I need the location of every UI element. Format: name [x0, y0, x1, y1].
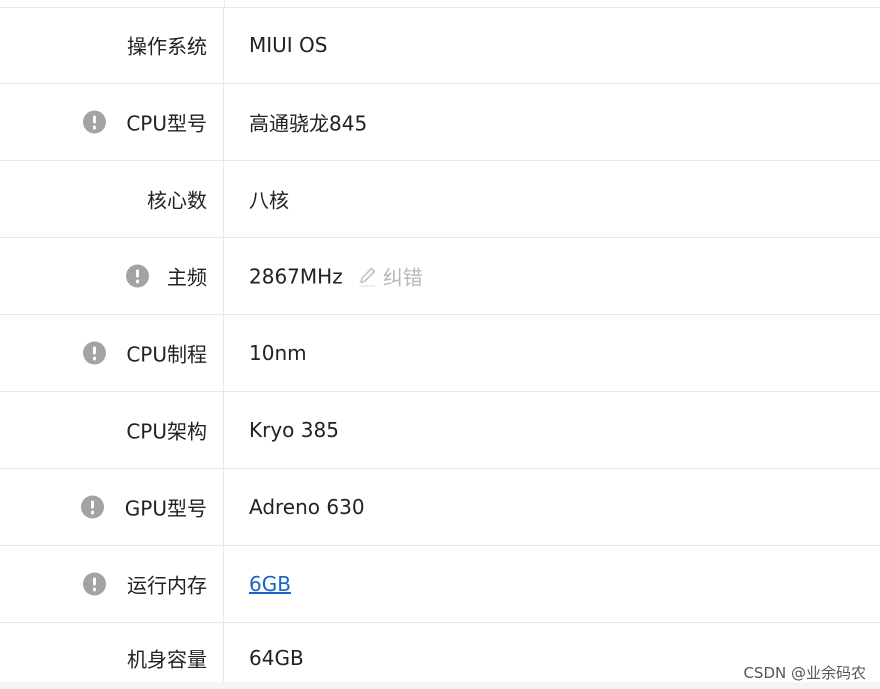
exclamation-circle-icon[interactable] [83, 341, 106, 365]
column-divider [224, 0, 225, 7]
spec-label-cell: CPU型号 [0, 84, 224, 160]
spec-value: Adreno 630 [249, 495, 365, 519]
spec-row-architecture: CPU架构 Kryo 385 [0, 392, 880, 469]
spec-row-ram: 运行内存 6GB [0, 546, 880, 623]
spec-value: 八核 [249, 188, 289, 213]
spec-label-cell: 核心数 [0, 161, 224, 237]
spec-row-gpu-model: GPU型号 Adreno 630 [0, 469, 880, 546]
spec-label-cell: CPU制程 [0, 315, 224, 391]
spec-value-cell: MIUI OS [249, 33, 328, 57]
spec-label: CPU型号 [126, 111, 207, 136]
pencil-icon [358, 267, 376, 287]
exclamation-circle-icon[interactable] [81, 495, 104, 519]
spec-label: GPU型号 [124, 496, 207, 521]
watermark: CSDN @业余码农 [743, 664, 866, 682]
correction-button[interactable]: 纠错 [357, 262, 423, 291]
spec-label: 核心数 [147, 188, 207, 213]
spec-label-cell: 机身容量 [0, 623, 224, 682]
spec-value: Kryo 385 [249, 418, 339, 442]
spec-row-frequency: 主频 2867MHz 纠错 [0, 238, 880, 315]
spec-value: 64GB [249, 646, 304, 670]
spec-value-cell: 64GB [249, 646, 304, 670]
spec-value-cell: Kryo 385 [249, 418, 339, 442]
correction-label: 纠错 [382, 265, 423, 290]
table-bottom-edge [0, 682, 880, 689]
spec-value-cell: 高通骁龙845 [249, 108, 367, 137]
spec-label-cell: GPU型号 [0, 469, 224, 545]
spec-value: 10nm [249, 341, 307, 365]
spec-value-cell: Adreno 630 [249, 495, 365, 519]
spec-row-os: 操作系统 MIUI OS [0, 7, 880, 84]
spec-row-process: CPU制程 10nm [0, 315, 880, 392]
spec-value: 2867MHz [249, 264, 343, 288]
ram-value-link[interactable]: 6GB [249, 572, 291, 596]
exclamation-circle-icon[interactable] [126, 264, 149, 288]
spec-value-cell: 6GB [249, 572, 291, 596]
spec-value: 高通骁龙845 [249, 111, 368, 136]
spec-label: 主频 [167, 265, 207, 290]
spec-label-cell: CPU架构 [0, 392, 224, 468]
exclamation-circle-icon[interactable] [83, 572, 106, 596]
spec-label: 机身容量 [127, 647, 207, 672]
spec-label: 操作系统 [127, 34, 207, 59]
spec-row-cores: 核心数 八核 [0, 161, 880, 238]
spec-label: 运行内存 [127, 573, 207, 598]
spec-label: CPU架构 [126, 419, 207, 444]
exclamation-circle-icon[interactable] [83, 110, 106, 134]
spec-value-cell: 2867MHz 纠错 [249, 262, 423, 291]
spec-row-cpu-model: CPU型号 高通骁龙845 [0, 84, 880, 161]
spec-label: CPU制程 [126, 342, 207, 367]
spec-value: MIUI OS [249, 33, 328, 57]
spec-value-cell: 八核 [249, 185, 289, 214]
spec-label-cell: 操作系统 [0, 7, 224, 83]
spec-value-cell: 10nm [249, 341, 307, 365]
spec-table: 操作系统 MIUI OS CPU型号 高通骁龙845 核心数 八核 主频 286… [0, 0, 880, 689]
spec-label-cell: 主频 [0, 238, 224, 314]
spec-label-cell: 运行内存 [0, 546, 224, 622]
